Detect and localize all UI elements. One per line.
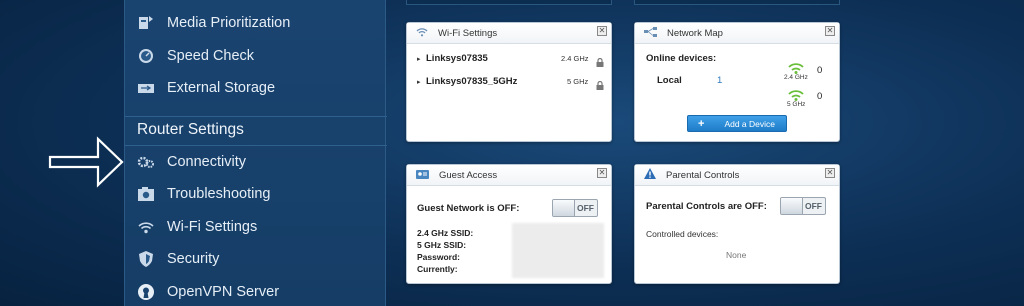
- warning-icon: [644, 166, 656, 184]
- parental-controls-widget: Parental Controls ✕ Parental Controls ar…: [634, 164, 840, 284]
- divider: [125, 116, 387, 117]
- toggle-knob: [781, 198, 803, 214]
- sidebar-item-troubleshooting[interactable]: Troubleshooting: [125, 178, 387, 210]
- sidebar-item-openvpn-server[interactable]: OpenVPN Server: [125, 276, 387, 306]
- close-icon[interactable]: ✕: [597, 168, 607, 178]
- camera-icon: [137, 185, 155, 203]
- guest-icon: [416, 166, 429, 184]
- sidebar-item-label: Speed Check: [167, 48, 255, 64]
- wifi-icon: [416, 24, 428, 42]
- sidebar-item-label: Wi-Fi Settings: [167, 219, 258, 235]
- network-row[interactable]: ▸ Linksys07835_5GHz 5 GHz: [417, 76, 605, 90]
- wifi-icon: [137, 218, 155, 236]
- lock-icon: [596, 54, 604, 72]
- sidebar-item-media-prioritization[interactable]: Media Prioritization: [125, 7, 387, 39]
- add-device-label: Add a Device: [724, 118, 775, 129]
- widget-title: Guest Access: [439, 169, 498, 181]
- close-icon[interactable]: ✕: [597, 26, 607, 36]
- network-row[interactable]: ▸ Linksys07835 2.4 GHz: [417, 53, 605, 67]
- speed-check-icon: [137, 47, 155, 65]
- network-name: Linksys07835_5GHz: [426, 76, 518, 87]
- controlled-devices-label: Controlled devices:: [646, 229, 719, 239]
- add-device-button[interactable]: + Add a Device: [687, 115, 787, 132]
- widget-title: Wi-Fi Settings: [438, 27, 498, 39]
- openvpn-icon: [137, 283, 155, 301]
- widget-header: Wi-Fi Settings ✕: [407, 23, 611, 44]
- widget-bottom-edge: [634, 0, 840, 5]
- band-label: 5 GHz: [787, 101, 806, 108]
- sidebar-item-label: Media Prioritization: [167, 15, 291, 31]
- guest-access-widget: Guest Access ✕ Guest Network is OFF: OFF…: [406, 164, 612, 284]
- usb-storage-icon: [137, 79, 155, 97]
- widget-header: Parental Controls ✕: [635, 165, 839, 186]
- password-label: Password:: [417, 252, 460, 262]
- sidebar-item-security[interactable]: Security: [125, 243, 387, 275]
- sidebar-item-external-storage[interactable]: External Storage: [125, 72, 387, 104]
- network-map-icon: [644, 24, 657, 42]
- widget-title: Parental Controls: [666, 169, 740, 181]
- plus-icon: +: [698, 117, 705, 130]
- sidebar-item-label: Security: [167, 251, 220, 267]
- guest-network-toggle[interactable]: OFF: [552, 199, 598, 217]
- sidebar-item-label: External Storage: [167, 80, 276, 96]
- network-map-widget: Network Map ✕ Online devices: Local 1 2.…: [634, 22, 840, 142]
- controlled-devices-value: None: [726, 250, 747, 260]
- sidebar-item-wifi-settings[interactable]: Wi-Fi Settings: [125, 211, 387, 243]
- band-label: 5 GHz: [567, 77, 589, 86]
- band-count: 0: [817, 65, 823, 76]
- sidebar: Media Prioritization Speed Check Externa…: [124, 0, 387, 306]
- lock-icon: [596, 77, 604, 95]
- toggle-state: OFF: [577, 203, 594, 213]
- toggle-knob: [553, 200, 575, 216]
- section-title-router-settings: Router Settings: [137, 121, 244, 138]
- guest-status-label: Guest Network is OFF:: [417, 203, 520, 214]
- sidebar-item-connectivity[interactable]: Connectivity: [125, 146, 387, 178]
- local-count[interactable]: 1: [717, 75, 722, 86]
- ssid-5-label: 5 GHz SSID:: [417, 240, 467, 250]
- toggle-state: OFF: [805, 201, 822, 211]
- widget-title: Network Map: [667, 27, 723, 39]
- pointer-arrow-icon: [48, 136, 124, 188]
- local-label: Local: [657, 75, 682, 86]
- media-prioritization-icon: [137, 14, 155, 32]
- sidebar-item-label: Connectivity: [167, 154, 246, 170]
- shield-icon: [137, 250, 155, 268]
- parental-status-label: Parental Controls are OFF:: [646, 201, 767, 212]
- network-name: Linksys07835: [426, 53, 488, 64]
- currently-label: Currently:: [417, 264, 458, 274]
- sidebar-item-label: OpenVPN Server: [167, 284, 280, 300]
- sidebar-item-speed-check[interactable]: Speed Check: [125, 40, 387, 72]
- sidebar-item-label: Troubleshooting: [167, 186, 271, 202]
- ssid-24-label: 2.4 GHz SSID:: [417, 228, 474, 238]
- close-icon[interactable]: ✕: [825, 26, 835, 36]
- parental-controls-toggle[interactable]: OFF: [780, 197, 826, 215]
- redacted-block: [512, 223, 604, 278]
- online-devices-label: Online devices:: [646, 53, 717, 64]
- gear-icon: [137, 153, 155, 171]
- expand-arrow-icon: ▸: [417, 56, 421, 63]
- band-count: 0: [817, 91, 823, 102]
- expand-arrow-icon: ▸: [417, 79, 421, 86]
- close-icon[interactable]: ✕: [825, 168, 835, 178]
- band-label: 2.4 GHz: [561, 54, 589, 63]
- band-label: 2.4 GHz: [784, 74, 808, 81]
- wifi-settings-widget: Wi-Fi Settings ✕ ▸ Linksys07835 2.4 GHz …: [406, 22, 612, 142]
- widget-header: Network Map ✕: [635, 23, 839, 44]
- widget-bottom-edge: [406, 0, 612, 5]
- widget-header: Guest Access ✕: [407, 165, 611, 186]
